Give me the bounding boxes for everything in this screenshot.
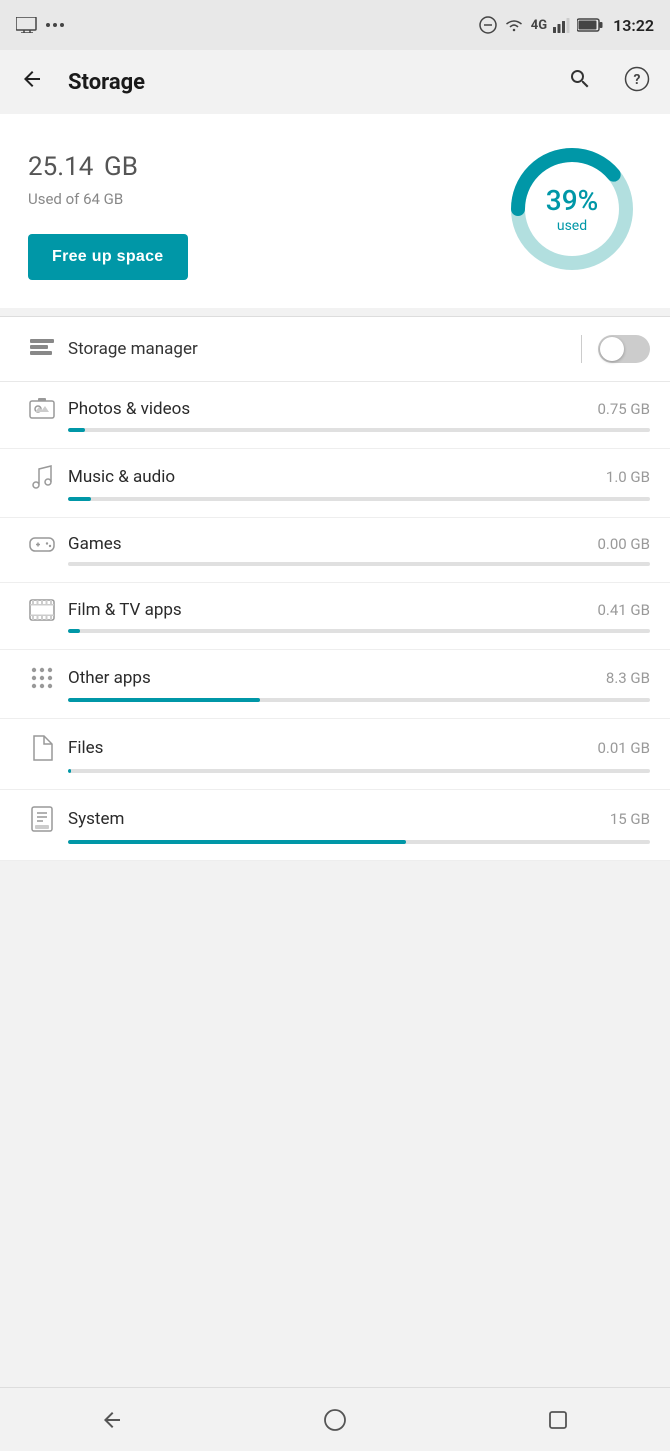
donut-center: 39% used bbox=[546, 184, 598, 234]
games-icon bbox=[20, 534, 64, 554]
files-icon bbox=[20, 735, 64, 761]
category-name: Games bbox=[64, 534, 597, 554]
storage-used-of: Used of 64 GB bbox=[28, 190, 188, 208]
toggle-knob bbox=[600, 337, 624, 361]
category-row-games[interactable]: Games 0.00 GB bbox=[0, 518, 670, 583]
vertical-divider bbox=[581, 335, 582, 363]
status-bar: 4G 13:22 bbox=[0, 0, 670, 50]
category-row-files[interactable]: Files 0.01 GB bbox=[0, 719, 670, 790]
progress-fill bbox=[68, 497, 91, 501]
svg-text:?: ? bbox=[634, 72, 641, 88]
status-right-icons: 4G 13:22 bbox=[479, 16, 654, 35]
category-size: 0.41 GB bbox=[597, 601, 650, 619]
storage-manager-toggle[interactable] bbox=[598, 335, 650, 363]
page-title: Storage bbox=[68, 70, 544, 95]
battery-icon bbox=[577, 18, 603, 32]
progress-bar bbox=[68, 840, 650, 844]
dnd-icon bbox=[479, 16, 497, 34]
category-size: 0.75 GB bbox=[597, 400, 650, 418]
signal-icon bbox=[553, 17, 571, 33]
storage-donut-chart: 39% used bbox=[502, 139, 642, 279]
progress-fill bbox=[68, 629, 80, 633]
category-name: Photos & videos bbox=[64, 399, 597, 419]
category-name: System bbox=[64, 809, 610, 829]
category-size: 8.3 GB bbox=[606, 669, 650, 687]
category-size: 0.01 GB bbox=[597, 739, 650, 757]
category-size: 0.00 GB bbox=[597, 535, 650, 553]
storage-unit: GB bbox=[104, 152, 138, 182]
film-icon bbox=[20, 599, 64, 621]
category-name: Other apps bbox=[64, 668, 606, 688]
storage-summary-card: 25.14 GB Used of 64 GB Free up space 39%… bbox=[0, 114, 670, 308]
progress-fill bbox=[68, 840, 406, 844]
progress-bar bbox=[68, 428, 650, 432]
storage-used-amount: 25.14 GB bbox=[28, 138, 188, 182]
category-size: 15 GB bbox=[610, 810, 650, 828]
progress-bar bbox=[68, 562, 650, 566]
category-name: Music & audio bbox=[64, 467, 606, 487]
search-button[interactable] bbox=[560, 59, 600, 105]
progress-fill bbox=[68, 769, 71, 773]
category-row-film[interactable]: Film & TV apps 0.41 GB bbox=[0, 583, 670, 650]
category-row-system[interactable]: System 15 GB bbox=[0, 790, 670, 861]
category-name: Files bbox=[64, 738, 597, 758]
music-icon bbox=[20, 465, 64, 489]
nav-back-button[interactable] bbox=[82, 1390, 142, 1450]
storage-info: 25.14 GB Used of 64 GB Free up space bbox=[28, 138, 188, 280]
apps-icon bbox=[20, 666, 64, 690]
system-icon bbox=[20, 806, 64, 832]
status-left-icons bbox=[16, 17, 64, 33]
nav-recent-button[interactable] bbox=[528, 1390, 588, 1450]
4g-icon: 4G bbox=[531, 18, 547, 33]
storage-manager-label: Storage manager bbox=[64, 339, 581, 359]
photo-icon bbox=[20, 398, 64, 420]
progress-fill bbox=[68, 428, 85, 432]
progress-fill bbox=[68, 698, 260, 702]
progress-bar bbox=[68, 629, 650, 633]
storage-manager-row[interactable]: Storage manager bbox=[0, 317, 670, 382]
storage-list: Storage manager Photos & videos 0.75 GB … bbox=[0, 317, 670, 861]
app-bar: Storage ? bbox=[0, 50, 670, 114]
more-dots-icon bbox=[46, 22, 64, 28]
donut-percent: 39% bbox=[546, 184, 598, 218]
back-button[interactable] bbox=[12, 59, 52, 105]
nav-home-button[interactable] bbox=[305, 1390, 365, 1450]
category-size: 1.0 GB bbox=[606, 468, 650, 486]
progress-bar bbox=[68, 497, 650, 501]
category-row-music[interactable]: Music & audio 1.0 GB bbox=[0, 449, 670, 518]
category-name: Film & TV apps bbox=[64, 600, 597, 620]
screen-icon bbox=[16, 17, 38, 33]
help-button[interactable]: ? bbox=[616, 58, 658, 106]
category-row-photo[interactable]: Photos & videos 0.75 GB bbox=[0, 382, 670, 449]
nav-bar bbox=[0, 1387, 670, 1451]
status-time: 13:22 bbox=[613, 16, 654, 35]
storage-manager-icon bbox=[20, 339, 64, 359]
progress-bar bbox=[68, 769, 650, 773]
free-up-space-button[interactable]: Free up space bbox=[28, 234, 188, 280]
progress-bar bbox=[68, 698, 650, 702]
donut-label: used bbox=[546, 217, 598, 234]
category-row-apps[interactable]: Other apps 8.3 GB bbox=[0, 650, 670, 719]
category-list: Photos & videos 0.75 GB Music & audio 1.… bbox=[0, 382, 670, 861]
wifi-icon bbox=[503, 17, 525, 33]
